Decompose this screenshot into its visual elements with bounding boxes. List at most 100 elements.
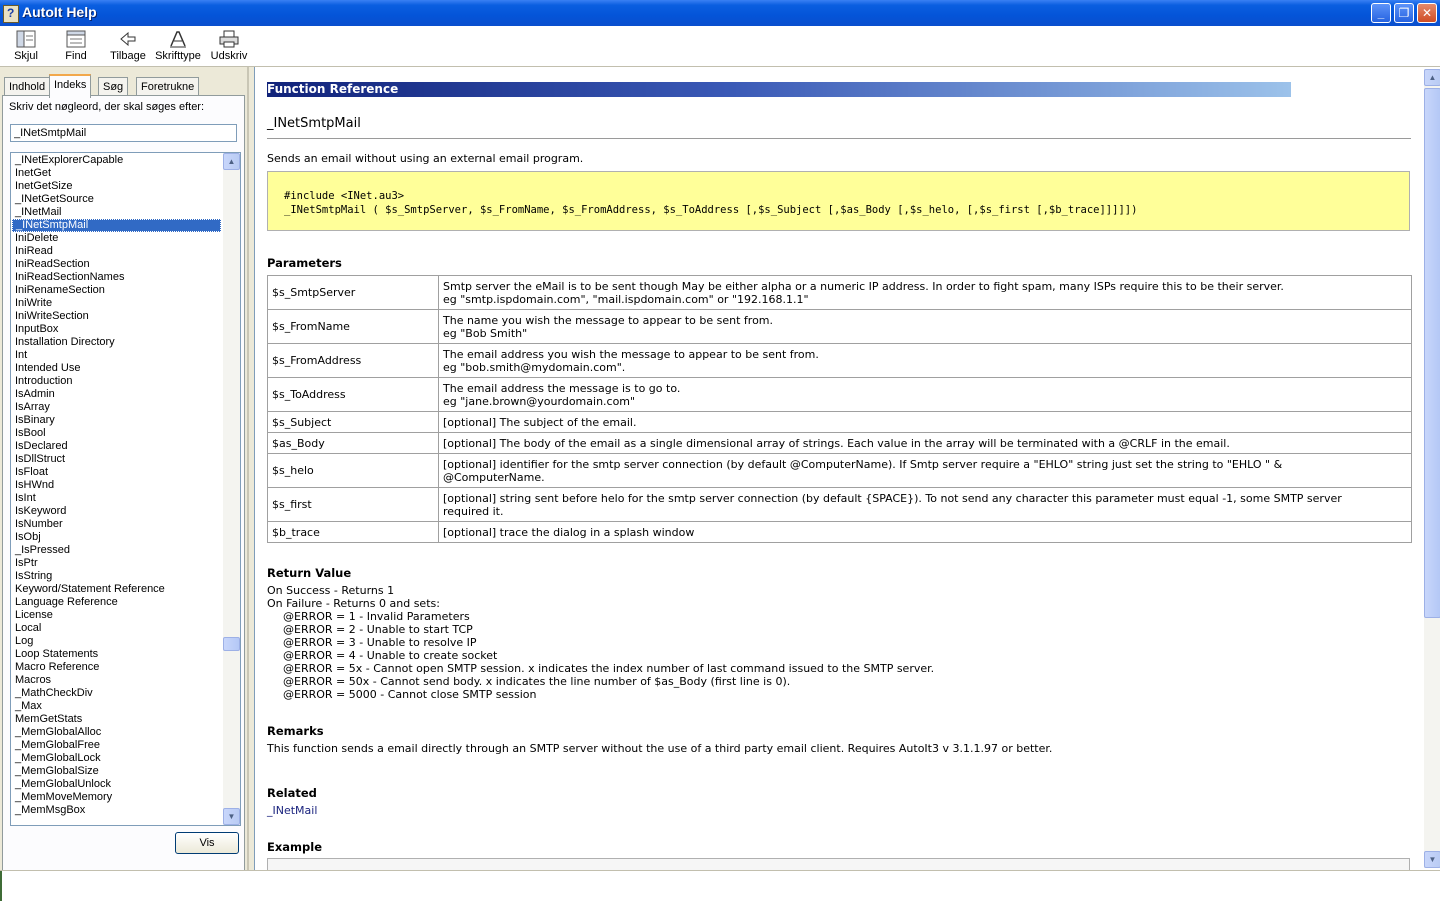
index-list-item[interactable]: _MemGlobalLock: [12, 752, 221, 765]
index-list-item[interactable]: Keyword/Statement Reference: [12, 583, 221, 596]
index-list-item[interactable]: _IsPressed: [12, 544, 221, 557]
scroll-up-icon[interactable]: ▲: [223, 153, 240, 170]
index-list-item[interactable]: _MemMsgBox: [12, 804, 221, 817]
parameter-description: The email address you wish the message t…: [438, 343, 1412, 378]
close-button[interactable]: ✕: [1417, 3, 1437, 23]
index-list-item[interactable]: Log: [12, 635, 221, 648]
example-code-box: [267, 858, 1410, 870]
parameter-description: The name you wish the message to appear …: [438, 309, 1412, 344]
index-list-item[interactable]: _MemGlobalUnlock: [12, 778, 221, 791]
index-list-item[interactable]: IsAdmin: [12, 388, 221, 401]
index-list-item[interactable]: MemGetStats: [12, 713, 221, 726]
scroll-up-icon[interactable]: ▲: [1424, 69, 1440, 86]
function-reference-banner: Function Reference: [267, 82, 1291, 97]
parameters-heading: Parameters: [267, 256, 342, 270]
index-list-item[interactable]: _INetExplorerCapable: [12, 154, 221, 167]
parameter-description-line: The name you wish the message to appear …: [443, 313, 774, 327]
parameter-description-line: eg "smtp.ispdomain.com", "mail.ispdomain…: [443, 292, 809, 306]
tab-favorites[interactable]: Foretrukne: [136, 77, 200, 96]
find-button[interactable]: Find: [62, 29, 90, 65]
find-icon: [65, 29, 87, 49]
font-button[interactable]: Skrifttype: [155, 29, 201, 65]
print-button[interactable]: Udskriv: [210, 29, 248, 65]
scroll-down-icon[interactable]: ▼: [223, 808, 240, 825]
index-list-item[interactable]: IniRenameSection: [12, 284, 221, 297]
parameter-row: $s_FromName The name you wish the message…: [267, 309, 1412, 344]
index-list-item[interactable]: IsFloat: [12, 466, 221, 479]
index-list-item[interactable]: Intended Use: [12, 362, 221, 375]
index-list-item[interactable]: IsPtr: [12, 557, 221, 570]
index-list-item[interactable]: IsDeclared: [12, 440, 221, 453]
function-description: Sends an email without using an external…: [267, 152, 584, 165]
keyword-prompt: Skriv det nøgleord, der skal søges efter…: [9, 101, 205, 113]
index-list-item[interactable]: _INetGetSource: [12, 193, 221, 206]
index-list-item[interactable]: IsHWnd: [12, 479, 221, 492]
index-list-item[interactable]: IniWriteSection: [12, 310, 221, 323]
index-list-item[interactable]: Installation Directory: [12, 336, 221, 349]
index-list-item[interactable]: IniReadSection: [12, 258, 221, 271]
display-button[interactable]: Vis: [175, 832, 239, 854]
index-list-item[interactable]: IsString: [12, 570, 221, 583]
scroll-thumb[interactable]: [1424, 88, 1440, 618]
index-list-item[interactable]: IsObj: [12, 531, 221, 544]
title-bar[interactable]: AutoIt Help _ ❐ ✕: [0, 0, 1440, 26]
hide-button[interactable]: Skjul: [10, 29, 42, 65]
topic-pane: Function Reference _INetSmtpMail Sends a…: [254, 67, 1440, 870]
index-list-item[interactable]: IsDllStruct: [12, 453, 221, 466]
tab-contents[interactable]: Indhold: [4, 77, 51, 96]
index-list-item[interactable]: Local: [12, 622, 221, 635]
example-heading: Example: [267, 840, 322, 854]
related-link[interactable]: _INetMail: [267, 804, 317, 817]
index-list-item[interactable]: IniDelete: [12, 232, 221, 245]
index-list-item[interactable]: _MemGlobalFree: [12, 739, 221, 752]
font-icon: [167, 29, 189, 49]
tab-search[interactable]: Søg: [98, 77, 129, 96]
index-list-item[interactable]: _INetMail: [12, 206, 221, 219]
index-list[interactable]: _INetExplorerCapable InetGet InetGetSize _I…: [10, 152, 241, 826]
index-list-item[interactable]: IsBinary: [12, 414, 221, 427]
parameter-description: [optional] identifier for the smtp serve…: [438, 453, 1412, 488]
index-list-item[interactable]: IniWrite: [12, 297, 221, 310]
parameter-description: The email address the message is to go t…: [438, 377, 1412, 412]
tab-index[interactable]: Indeks: [49, 74, 92, 98]
return-value-heading: Return Value: [267, 566, 352, 580]
index-list-item[interactable]: IsArray: [12, 401, 221, 414]
index-list-item[interactable]: _MemGlobalAlloc: [12, 726, 221, 739]
error-code-line: @ERROR = 5000 - Cannot close SMTP sessio…: [283, 688, 537, 701]
index-list-item[interactable]: _MemGlobalSize: [12, 765, 221, 778]
keyword-input[interactable]: [10, 124, 237, 142]
error-code-line: @ERROR = 3 - Unable to resolve IP: [283, 636, 477, 649]
index-list-item[interactable]: InetGetSize: [12, 180, 221, 193]
index-list-item[interactable]: _MemMoveMemory: [12, 791, 221, 804]
index-list-item[interactable]: Introduction: [12, 375, 221, 388]
minimize-button[interactable]: _: [1371, 3, 1391, 23]
index-list-item[interactable]: IsBool: [12, 427, 221, 440]
maximize-button[interactable]: ❐: [1394, 3, 1414, 23]
parameter-name: $s_first: [267, 487, 439, 522]
index-list-item[interactable]: IsNumber: [12, 518, 221, 531]
index-list-item[interactable]: IsKeyword: [12, 505, 221, 518]
parameter-description: Smtp server the eMail is to be sent thou…: [438, 275, 1412, 310]
index-list-item[interactable]: _MathCheckDiv: [12, 687, 221, 700]
index-list-item[interactable]: IniRead: [12, 245, 221, 258]
index-list-item[interactable]: _Max: [12, 700, 221, 713]
error-code-line: @ERROR = 5x - Cannot open SMTP session. …: [283, 662, 935, 675]
index-list-item[interactable]: IsInt: [12, 492, 221, 505]
index-list-item[interactable]: InputBox: [12, 323, 221, 336]
index-list-item[interactable]: Language Reference: [12, 596, 221, 609]
navigation-pane: Indhold Indeks Søg Foretrukne Skriv det …: [0, 67, 249, 872]
index-list-item[interactable]: InetGet: [12, 167, 221, 180]
scroll-down-icon[interactable]: ▼: [1424, 851, 1440, 868]
back-label: Tilbage: [110, 50, 146, 62]
topic-scrollbar[interactable]: ▲ ▼: [1424, 69, 1440, 868]
index-list-item[interactable]: Macro Reference: [12, 661, 221, 674]
back-button[interactable]: Tilbage: [108, 29, 148, 65]
index-list-item[interactable]: Macros: [12, 674, 221, 687]
index-list-item[interactable]: Int: [12, 349, 221, 362]
index-list-item[interactable]: License: [12, 609, 221, 622]
index-list-item[interactable]: IniReadSectionNames: [12, 271, 221, 284]
index-scrollbar[interactable]: ▲ ▼: [223, 153, 240, 825]
index-list-item[interactable]: Loop Statements: [12, 648, 221, 661]
scroll-thumb[interactable]: [223, 637, 240, 651]
index-list-item[interactable]: _INetSmtpMail: [12, 219, 221, 232]
